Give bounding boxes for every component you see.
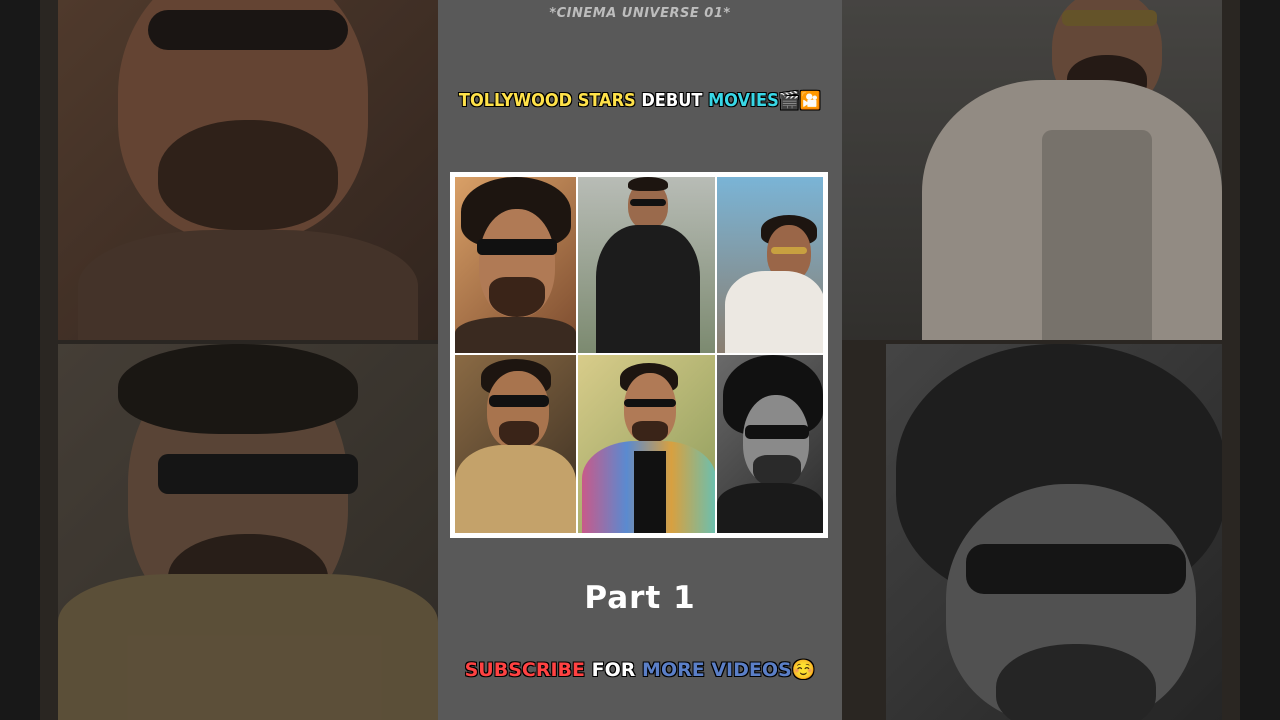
grid-image-5	[578, 355, 715, 533]
right-edge-bar	[1240, 0, 1280, 720]
background-image-top-right	[842, 0, 1222, 340]
background-left	[40, 0, 438, 720]
left-edge-bar	[0, 0, 40, 720]
headline-word-2: DEBUT	[641, 90, 703, 111]
background-image-bottom-left	[58, 344, 438, 720]
subscribe-callout: SUBSCRIBE FOR MORE VIDEOS☺️	[438, 658, 842, 681]
grid-image-3	[717, 177, 823, 353]
headline-word-3: MOVIES	[708, 90, 779, 111]
grid-image-1	[455, 177, 576, 353]
background-image-top-left	[58, 0, 438, 340]
background-right	[842, 0, 1240, 720]
photo-grid	[455, 177, 823, 533]
grid-image-4	[455, 355, 576, 533]
grid-image-2	[578, 177, 715, 353]
subscribe-word-1: SUBSCRIBE	[464, 659, 586, 681]
smile-emoji: ☺️	[791, 659, 816, 681]
center-panel: *CINEMA UNIVERSE 01* TOLLYWOOD STARS DEB…	[438, 0, 842, 720]
subscribe-word-3: MORE VIDEOS	[642, 659, 792, 681]
headline-emoji: 🎬🎦	[778, 91, 822, 111]
grid-image-6	[717, 355, 823, 533]
channel-name: *CINEMA UNIVERSE 01*	[549, 6, 731, 21]
headline: TOLLYWOOD STARS DEBUT MOVIES🎬🎦	[438, 90, 842, 111]
background-image-bottom-right	[886, 344, 1222, 720]
subscribe-word-2: FOR	[591, 659, 636, 681]
headline-word-1: TOLLYWOOD STARS	[458, 90, 636, 111]
photo-collage	[450, 172, 828, 538]
part-label: Part 1	[584, 580, 696, 616]
